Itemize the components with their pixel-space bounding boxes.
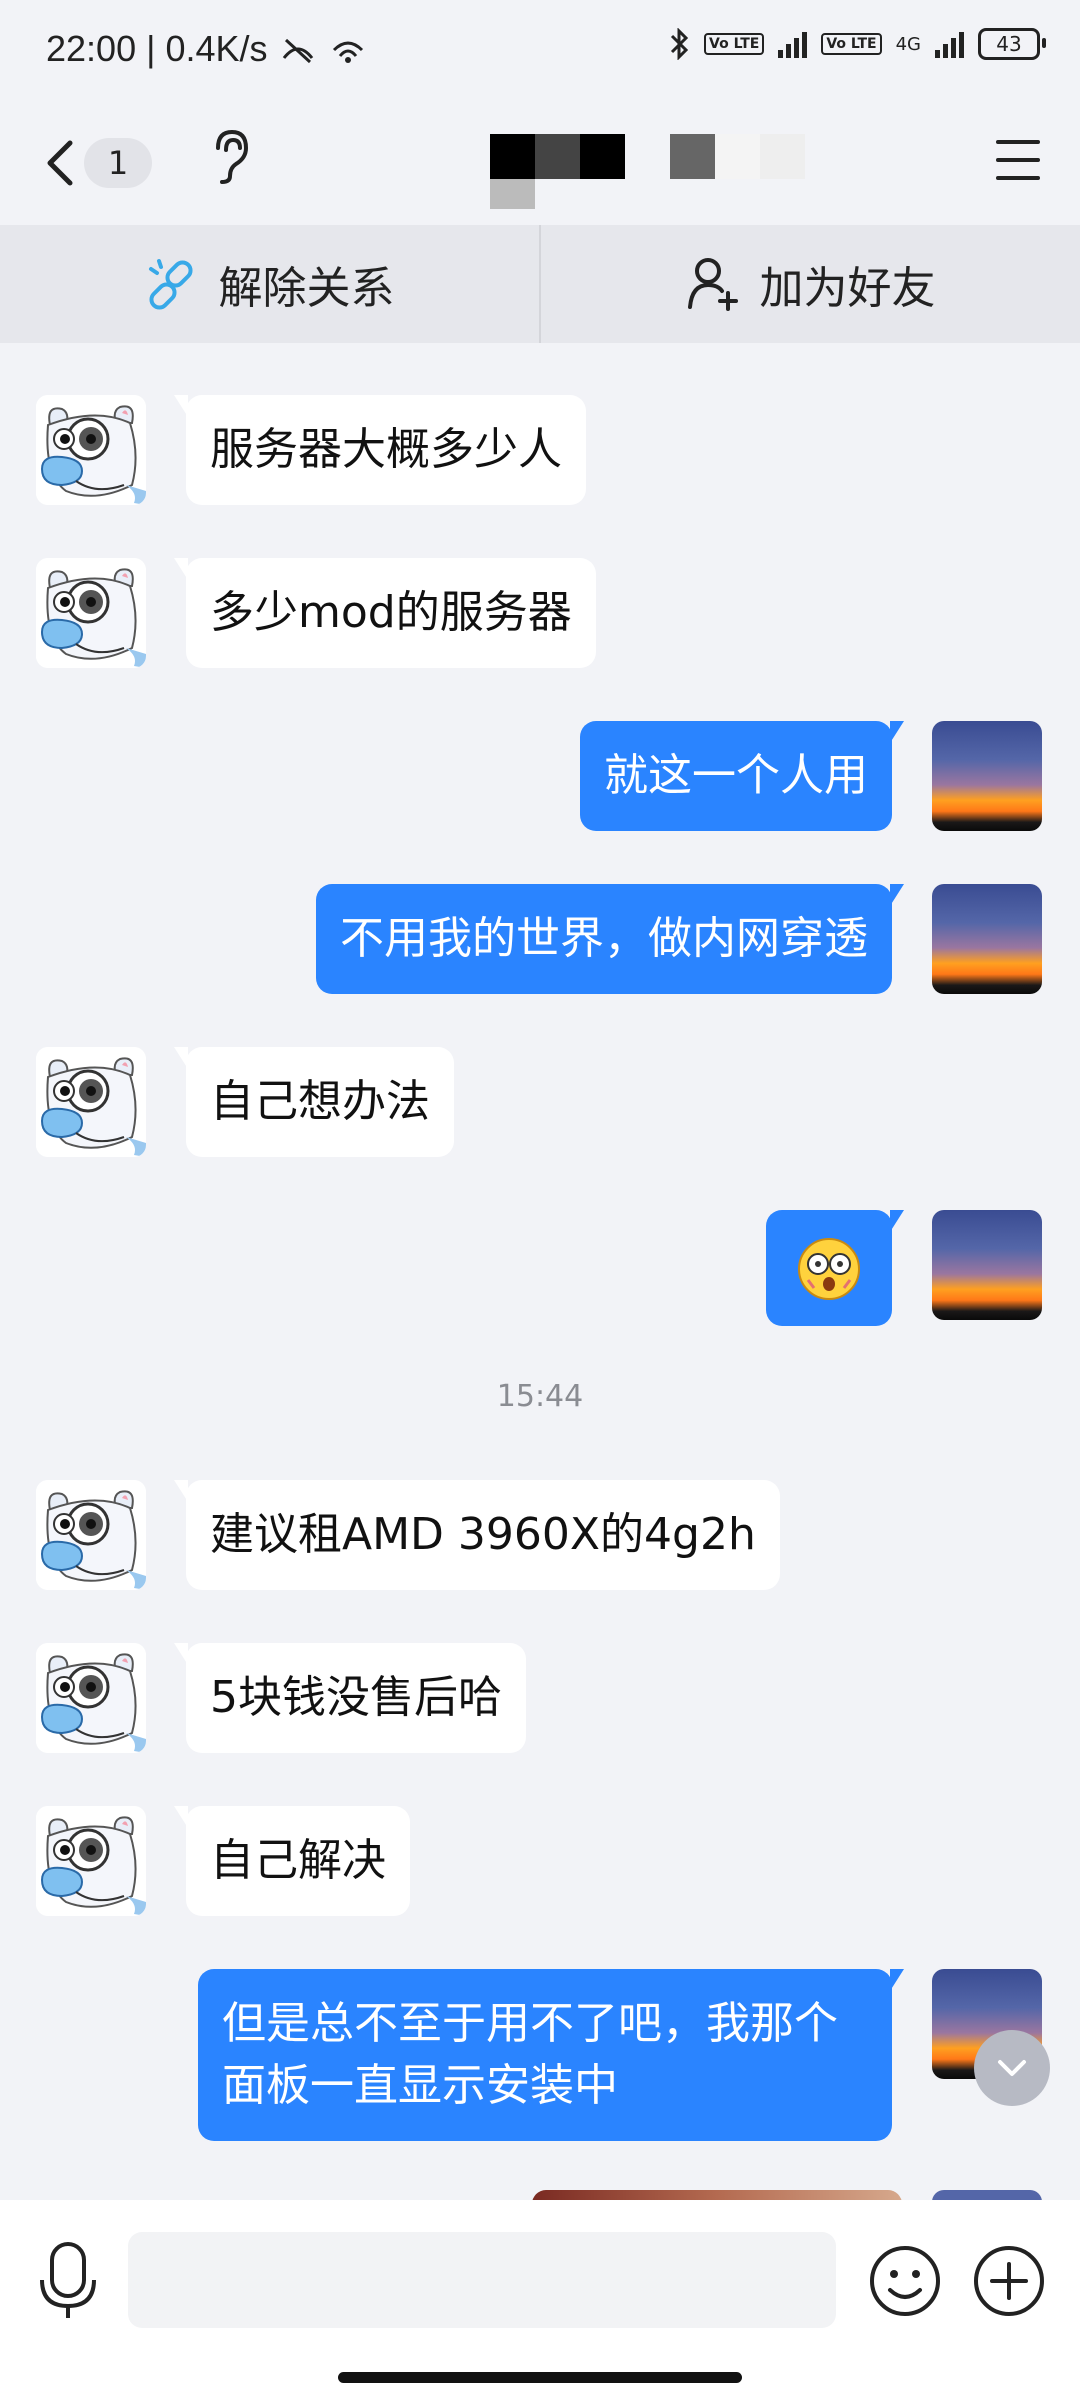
message-bubble[interactable]: 多少mod的服务器 [174,558,596,668]
add-friend-button[interactable]: 加为好友 [539,225,1080,343]
message-bubble[interactable]: 自己想办法 [174,1047,454,1157]
message-item: 建议租AMD 3960X的4g2h [0,1480,1080,1592]
sync-off-icon [282,39,313,64]
status-bar: 22:00 | 0.4K/s Vo LTE Vo LTE 4G 43 [0,0,1080,100]
emoji-bubble[interactable] [766,1210,904,1326]
message-item [0,1210,1080,1330]
sunset-avatar[interactable] [932,884,1042,994]
message-item: 就这一个人用 [0,721,1080,833]
scroll-to-bottom-button[interactable] [974,2030,1050,2106]
message-bubble[interactable]: 就这一个人用 [580,721,904,831]
status-right: Vo LTE Vo LTE 4G 43 [668,28,1046,60]
chevron-down-icon [998,2060,1026,2076]
dog-avatar-icon[interactable] [36,395,146,505]
sunset-avatar[interactable] [932,1210,1042,1320]
dog-avatar-icon[interactable] [36,1643,146,1753]
message-item: 但是总不至于用不了吧，我那个 面板一直显示安装中 [0,1969,1080,2141]
bluetooth-icon [670,28,689,60]
unlink-icon [148,259,193,310]
battery-level: 43 [996,32,1022,56]
message-bubble[interactable]: 服务器大概多少人 [174,395,586,505]
message-item: 多少mod的服务器 [0,558,1080,670]
message-bubble[interactable]: 自己解决 [174,1806,410,1916]
message-item: 5块钱没售后哈 [0,1643,1080,1755]
shocked-face-emoji [798,1238,860,1300]
message-bubble[interactable]: 建议租AMD 3960X的4g2h [174,1480,780,1590]
hotspot-icon [332,41,363,64]
status-time-area: 22:00 | 0.4K/s [46,28,368,70]
message-item: 服务器大概多少人 [0,395,1080,507]
battery-icon: 43 [978,28,1046,60]
status-time: 22:00 [46,28,137,69]
volte-badge-2: Vo LTE [821,33,882,55]
signal-icon-1 [778,30,808,58]
dog-avatar-icon[interactable] [36,1480,146,1590]
input-bar [0,2200,1080,2400]
chevron-left-icon[interactable] [40,135,84,191]
image-message-partial[interactable] [532,2190,902,2200]
message-bubble[interactable]: 5块钱没售后哈 [174,1643,526,1753]
menu-icon[interactable] [996,140,1040,180]
message-item: 不用我的世界，做内网穿透 [0,884,1080,996]
signal-icon-2 [935,30,964,58]
home-indicator[interactable] [338,2372,742,2383]
ear-icon[interactable] [208,126,252,186]
volte-badge-1: Vo LTE [704,33,765,55]
timestamp: 15:44 [496,1379,584,1414]
message-list[interactable]: 服务器大概多少人 多少mod的服务器 就这一个人用 不用我的世界，做内网穿透 自… [0,343,1080,2200]
network-type: 4G [895,33,921,55]
microphone-icon[interactable] [36,2240,100,2320]
sunset-avatar[interactable] [932,721,1042,831]
message-item: 自己解决 [0,1806,1080,1918]
dog-avatar-icon[interactable] [36,1047,146,1157]
unread-count-badge[interactable]: 1 [84,138,152,188]
message-input[interactable] [128,2232,836,2328]
plus-circle-icon[interactable] [972,2244,1046,2318]
contact-name-redacted [490,134,810,214]
unbind-button[interactable]: 解除关系 [0,225,539,343]
status-separator: | [146,28,166,69]
chat-header: 1 [0,100,1080,225]
message-bubble[interactable]: 但是总不至于用不了吧，我那个 面板一直显示安装中 [198,1969,904,2141]
dog-avatar-icon[interactable] [36,558,146,668]
relation-action-bar: 解除关系 加为好友 [0,225,1080,343]
add-friend-label: 加为好友 [759,263,936,314]
message-bubble[interactable]: 不用我的世界，做内网穿透 [316,884,904,994]
unbind-label: 解除关系 [218,263,395,314]
sunset-avatar-partial[interactable] [932,2190,1042,2200]
message-item: 自己想办法 [0,1047,1080,1159]
net-speed: 0.4K/s [165,28,268,69]
dog-avatar-icon[interactable] [36,1806,146,1916]
add-user-icon [687,258,738,311]
smiley-icon[interactable] [868,2244,942,2318]
